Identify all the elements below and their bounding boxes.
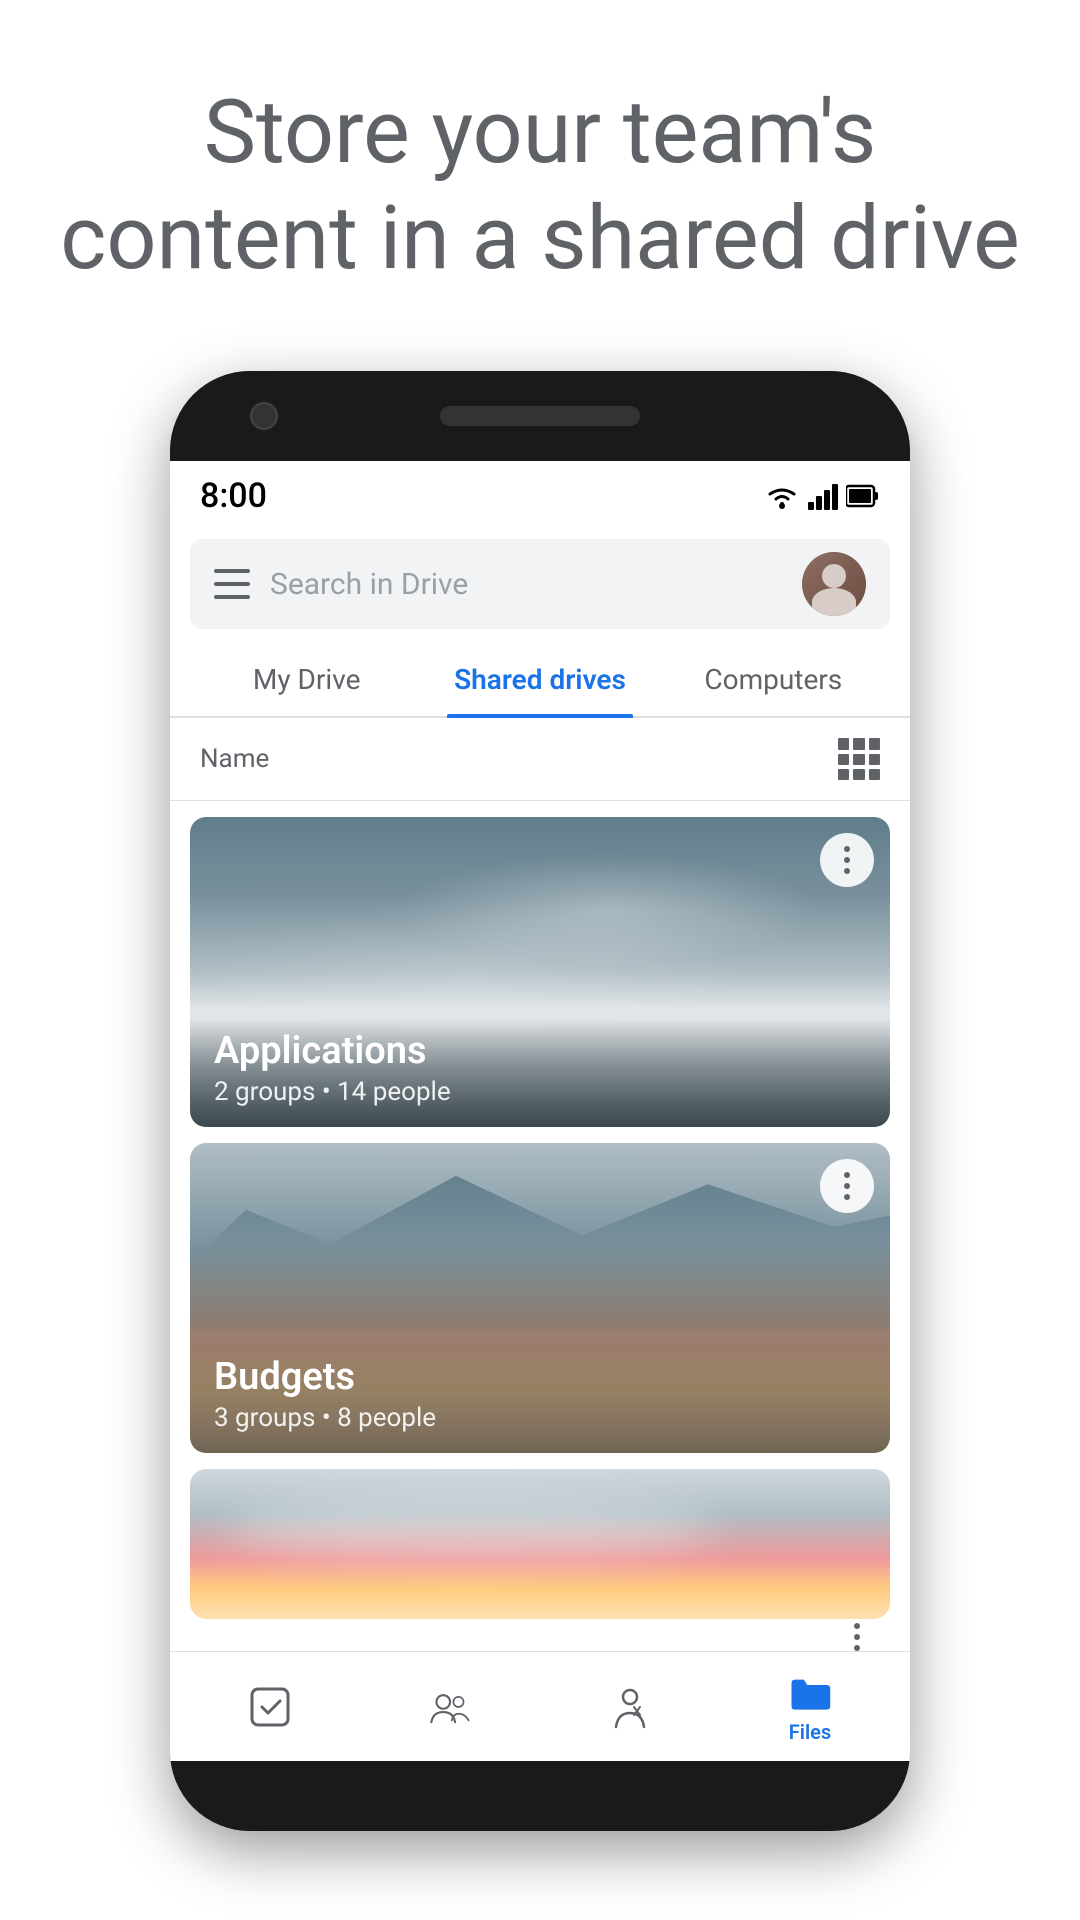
people-icon: [428, 1685, 472, 1729]
checklist-icon: [248, 1685, 292, 1729]
three-dots-icon: [844, 846, 850, 874]
phone-top-bar: [170, 371, 910, 461]
list-sort-name[interactable]: Name: [200, 744, 269, 774]
folder-icon: [788, 1670, 832, 1714]
shared-nav-icon: [428, 1685, 472, 1729]
search-input-placeholder[interactable]: Search in Drive: [270, 567, 782, 602]
card-overlay-applications: Applications 2 groups • 14 people: [190, 1009, 890, 1127]
tab-computers[interactable]: Computers: [657, 639, 890, 716]
phone-speaker: [440, 406, 640, 426]
card-title-applications: Applications: [214, 1029, 866, 1073]
drive-card-applications[interactable]: Applications 2 groups • 14 people: [190, 817, 890, 1127]
phone-camera: [250, 402, 278, 430]
drive-card-third[interactable]: [190, 1469, 890, 1619]
card-more-button-applications[interactable]: [820, 833, 874, 887]
list-header: Name: [170, 718, 910, 801]
phone-bottom-bar: [170, 1761, 910, 1831]
phone-frame: 8:00: [170, 371, 910, 1831]
status-time: 8:00: [200, 476, 267, 516]
card-subtitle-budgets: 3 groups • 8 people: [214, 1403, 866, 1433]
priority-nav-icon: [248, 1685, 292, 1729]
tab-shared-drives[interactable]: Shared drives: [423, 639, 656, 716]
files-nav-icon: [788, 1670, 832, 1714]
three-dots-bottom-icon: [854, 1623, 860, 1651]
card-more-area: [170, 1615, 910, 1651]
drive-card-budgets[interactable]: Budgets 3 groups • 8 people: [190, 1143, 890, 1453]
three-dots-icon: [844, 1172, 850, 1200]
card-background-sky: [190, 1469, 890, 1619]
avatar-image: [802, 552, 866, 616]
phone-wrapper: 8:00: [0, 371, 1080, 1831]
signal-icon: [808, 482, 838, 510]
hero-title: Store your team's content in a shared dr…: [60, 80, 1020, 291]
activity-nav-icon: [608, 1685, 652, 1729]
nav-item-files[interactable]: Files: [720, 1670, 900, 1744]
search-bar[interactable]: Search in Drive: [190, 539, 890, 629]
hero-section: Store your team's content in a shared dr…: [0, 0, 1080, 351]
phone-screen: 8:00: [170, 461, 910, 1761]
files-nav-label: Files: [789, 1720, 831, 1744]
nav-item-shared[interactable]: [360, 1685, 540, 1729]
card-title-budgets: Budgets: [214, 1355, 866, 1399]
tab-bar: My Drive Shared drives Computers: [170, 639, 910, 718]
bottom-nav: Files: [170, 1651, 910, 1761]
status-bar: 8:00: [170, 461, 910, 531]
drive-cards-list: Applications 2 groups • 14 people Budget…: [170, 801, 910, 1635]
avatar[interactable]: [802, 552, 866, 616]
nav-item-activity[interactable]: [540, 1685, 720, 1729]
card-subtitle-applications: 2 groups • 14 people: [214, 1077, 866, 1107]
view-toggle-icon[interactable]: [838, 738, 880, 780]
battery-icon: [846, 483, 880, 509]
status-icons: [764, 482, 880, 510]
nav-item-priority[interactable]: [180, 1685, 360, 1729]
card-overlay-budgets: Budgets 3 groups • 8 people: [190, 1335, 890, 1453]
card-more-button-budgets[interactable]: [820, 1159, 874, 1213]
hamburger-icon[interactable]: [214, 569, 250, 599]
tab-my-drive[interactable]: My Drive: [190, 639, 423, 716]
wifi-icon: [764, 482, 800, 510]
person-activity-icon: [608, 1685, 652, 1729]
